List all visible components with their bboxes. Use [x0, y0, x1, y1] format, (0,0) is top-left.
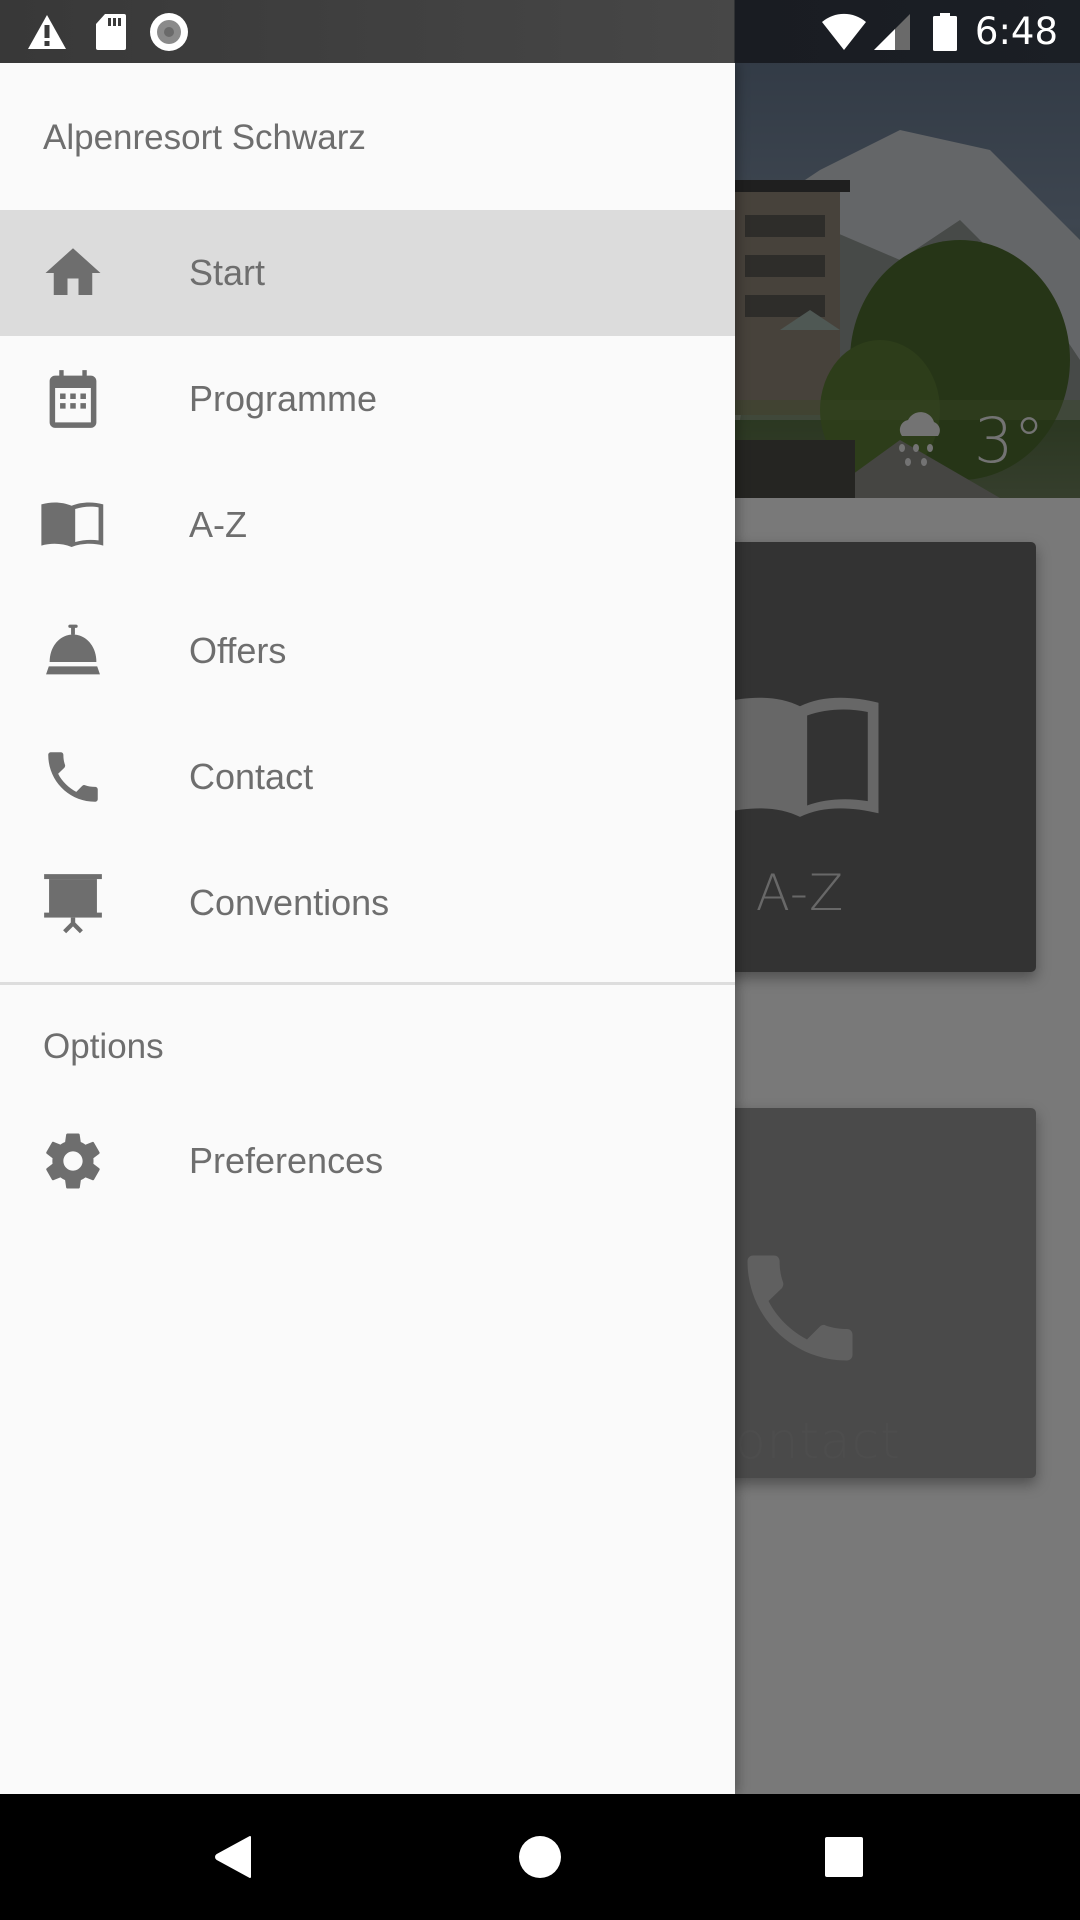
- drawer-item-offers[interactable]: Offers: [0, 588, 735, 714]
- status-time: 6:48: [974, 10, 1058, 53]
- record-icon: [150, 13, 188, 51]
- drawer-item-contact[interactable]: Contact: [0, 714, 735, 840]
- system-nav-bar: [0, 1794, 1080, 1920]
- home-button[interactable]: [515, 1832, 565, 1882]
- drawer-item-label: Conventions: [189, 882, 390, 923]
- drawer-item-label: Preferences: [189, 1140, 384, 1181]
- back-icon: [215, 1836, 251, 1878]
- status-bar: 6:48: [0, 0, 1080, 63]
- warning-icon: [28, 15, 66, 49]
- drawer-item-programme[interactable]: Programme: [0, 336, 735, 462]
- calendar-icon: [49, 370, 97, 428]
- cell-signal-icon: [873, 13, 910, 50]
- navigation-drawer: Alpenresort Schwarz Start Programme A-Z: [0, 63, 735, 1794]
- phone-icon: [48, 752, 98, 802]
- drawer-item-conventions[interactable]: Conventions: [0, 840, 735, 966]
- drawer-title: Alpenresort Schwarz: [43, 117, 366, 157]
- back-button[interactable]: [209, 1832, 259, 1882]
- recents-button[interactable]: [819, 1832, 869, 1882]
- drawer-item-preferences[interactable]: Preferences: [0, 1098, 735, 1224]
- wifi-icon: [821, 13, 866, 50]
- drawer-item-start[interactable]: Start: [0, 210, 735, 336]
- recents-icon: [825, 1837, 863, 1877]
- drawer-item-label: Contact: [189, 756, 314, 797]
- battery-icon: [932, 12, 957, 51]
- drawer-item-label: A-Z: [189, 504, 247, 545]
- drawer-item-a-z[interactable]: A-Z: [0, 462, 735, 588]
- drawer-item-label: Offers: [189, 630, 287, 671]
- home-circle-icon: [519, 1836, 561, 1878]
- service-bell-icon: [46, 624, 100, 675]
- sd-card-icon: [96, 14, 126, 50]
- book-icon: [41, 502, 104, 547]
- drawer-item-label: Programme: [189, 378, 378, 419]
- presentation-icon: [44, 874, 102, 934]
- drawer-item-label: Start: [189, 252, 266, 293]
- options-section-label: Options: [43, 1026, 164, 1066]
- gear-icon: [46, 1133, 100, 1189]
- home-icon: [45, 248, 101, 295]
